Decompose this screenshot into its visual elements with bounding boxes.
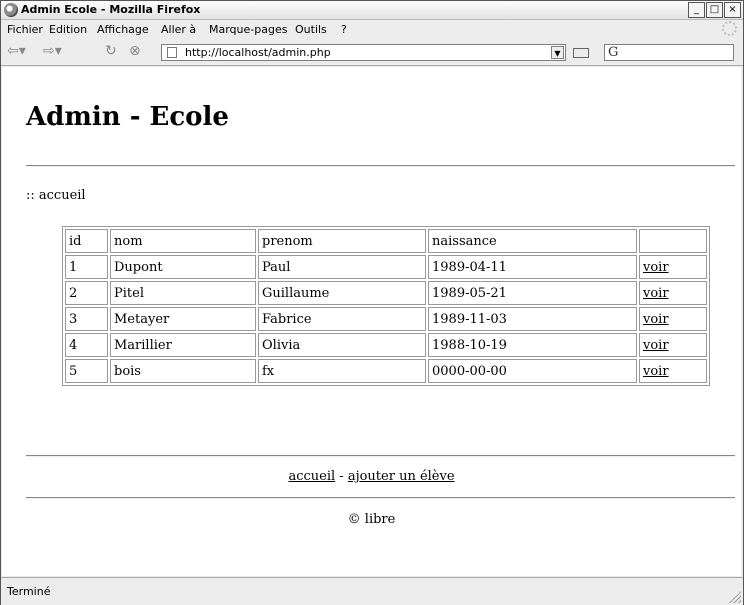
home-link[interactable]: accueil (288, 469, 335, 484)
cell-id: 3 (65, 307, 108, 331)
voir-link[interactable]: voir (643, 260, 669, 275)
cell-naissance: 1988-10-19 (428, 333, 637, 357)
search-input[interactable]: G (604, 44, 734, 61)
footer-separator: - (339, 469, 344, 484)
voir-link[interactable]: voir (643, 364, 669, 379)
voir-link[interactable]: voir (643, 312, 669, 327)
cell-naissance: 1989-05-21 (428, 281, 637, 305)
header-id: id (65, 229, 108, 253)
cell-naissance: 0000-00-00 (428, 359, 637, 383)
cell-nom: Metayer (110, 307, 256, 331)
table-header-row: id nom prenom naissance (65, 229, 707, 253)
menu-help[interactable]: ? (341, 23, 347, 36)
cell-id: 1 (65, 255, 108, 279)
firefox-icon (4, 3, 18, 17)
title-bar: Admin Ecole - Mozilla Firefox _ □ × (1, 1, 743, 20)
minimize-button[interactable]: _ (688, 2, 705, 18)
cell-id: 2 (65, 281, 108, 305)
copyright: © libre (347, 512, 396, 527)
add-student-link[interactable]: ajouter un élève (348, 469, 455, 484)
resize-grip-icon[interactable] (729, 591, 741, 603)
footer-nav: accueil - ajouter un élève (2, 469, 741, 484)
cell-nom: Dupont (110, 255, 256, 279)
cell-action: voir (639, 307, 707, 331)
menu-bar: Fichier Edition Affichage Aller à Marque… (1, 20, 743, 38)
menu-edition[interactable]: Edition (49, 23, 87, 36)
go-icon[interactable] (573, 48, 589, 58)
window-controls: _ □ × (688, 2, 741, 18)
cell-id: 5 (65, 359, 108, 383)
table-row: 5 bois fx 0000-00-00 voir (65, 359, 707, 383)
divider (26, 165, 735, 167)
voir-link[interactable]: voir (643, 338, 669, 353)
menu-outils[interactable]: Outils (295, 23, 327, 36)
throbber-icon (722, 21, 737, 36)
page-icon (167, 47, 177, 58)
address-bar[interactable]: http://localhost/admin.php ▼ (161, 44, 566, 61)
cell-naissance: 1989-04-11 (428, 255, 637, 279)
menu-affichage[interactable]: Affichage (97, 23, 149, 36)
voir-link[interactable]: voir (643, 286, 669, 301)
students-table: id nom prenom naissance 1 Dupont Paul 19… (62, 226, 710, 386)
close-button[interactable]: × (724, 2, 741, 18)
cell-action: voir (639, 333, 707, 357)
search-engine-icon[interactable]: G (608, 45, 618, 60)
maximize-button[interactable]: □ (706, 2, 723, 18)
menu-marque-pages[interactable]: Marque-pages (209, 23, 287, 36)
stop-icon[interactable]: ⊗ (129, 44, 141, 58)
breadcrumb: :: accueil (26, 188, 86, 203)
reload-icon[interactable]: ↻ (105, 44, 117, 58)
cell-naissance: 1989-11-03 (428, 307, 637, 331)
cell-nom: bois (110, 359, 256, 383)
forward-arrow-icon[interactable]: ⇨▾ (43, 44, 62, 58)
cell-nom: Marillier (110, 333, 256, 357)
url-dropdown-icon[interactable]: ▼ (551, 46, 564, 59)
browser-window: Admin Ecole - Mozilla Firefox _ □ × Fich… (0, 0, 744, 605)
cell-action: voir (639, 359, 707, 383)
cell-nom: Pitel (110, 281, 256, 305)
page-content: Admin - Ecole :: accueil id nom prenom n… (2, 67, 741, 576)
status-bar: Terminé (1, 577, 743, 605)
menu-fichier[interactable]: Fichier (7, 23, 43, 36)
window-title: Admin Ecole - Mozilla Firefox (21, 3, 201, 16)
back-arrow-icon[interactable]: ⇦▾ (7, 44, 26, 58)
cell-action: voir (639, 281, 707, 305)
cell-action: voir (639, 255, 707, 279)
page-title: Admin - Ecole (26, 102, 229, 132)
header-action (639, 229, 707, 253)
menu-aller-a[interactable]: Aller à (161, 23, 196, 36)
cell-prenom: Paul (258, 255, 426, 279)
header-nom: nom (110, 229, 256, 253)
table-row: 1 Dupont Paul 1989-04-11 voir (65, 255, 707, 279)
url-text[interactable]: http://localhost/admin.php (185, 46, 331, 59)
status-text: Terminé (7, 585, 51, 598)
divider (26, 497, 735, 499)
header-prenom: prenom (258, 229, 426, 253)
navigation-toolbar: ⇦▾ ⇨▾ ↻ ⊗ http://localhost/admin.php ▼ G (1, 39, 743, 66)
header-naissance: naissance (428, 229, 637, 253)
cell-prenom: Fabrice (258, 307, 426, 331)
table-row: 4 Marillier Olivia 1988-10-19 voir (65, 333, 707, 357)
cell-prenom: Olivia (258, 333, 426, 357)
cell-prenom: Guillaume (258, 281, 426, 305)
cell-prenom: fx (258, 359, 426, 383)
divider (26, 455, 735, 457)
table-row: 3 Metayer Fabrice 1989-11-03 voir (65, 307, 707, 331)
cell-id: 4 (65, 333, 108, 357)
table-row: 2 Pitel Guillaume 1989-05-21 voir (65, 281, 707, 305)
